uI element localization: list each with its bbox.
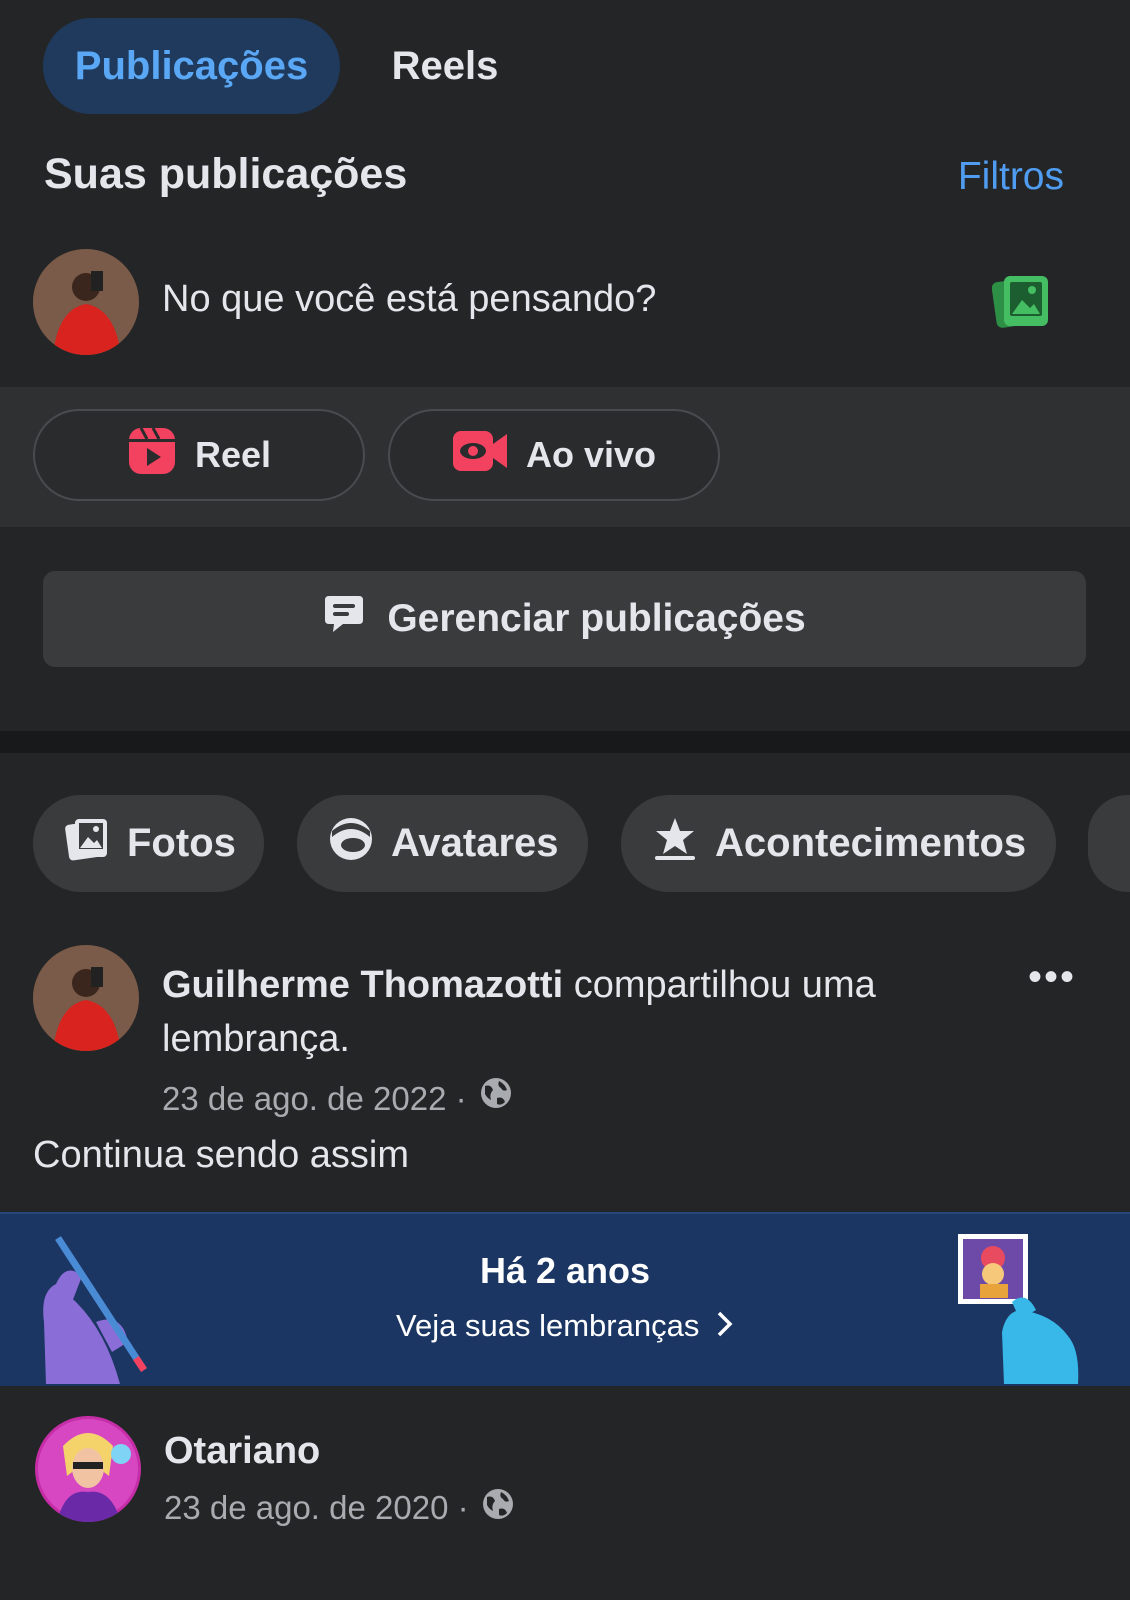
post-meta: 23 de ago. de 2022 · (162, 1072, 1012, 1126)
chip-avatars-label: Avatares (391, 821, 559, 865)
chip-photos-label: Fotos (127, 821, 236, 865)
avatar-face-icon (329, 817, 373, 871)
post-author-avatar[interactable] (33, 945, 139, 1051)
post-date[interactable]: 23 de ago. de 2022 · (162, 1072, 467, 1126)
post2-author-avatar[interactable] (35, 1416, 141, 1522)
photo-icon[interactable] (991, 274, 1050, 330)
filters-link[interactable]: Filtros (958, 155, 1064, 199)
chip-avatars[interactable]: Avatares (297, 795, 588, 892)
user-avatar[interactable] (33, 249, 139, 355)
tab-reels[interactable]: Reels (360, 18, 530, 114)
live-label: Ao vivo (525, 434, 657, 475)
globe-icon (481, 1487, 515, 1529)
post-header: Guilherme Thomazotti compartilhou uma le… (162, 958, 1012, 1126)
memory-title: Há 2 anos (479, 1250, 651, 1291)
live-button[interactable]: Ao vivo (388, 409, 720, 501)
memory-link[interactable]: Veja suas lembranças (0, 1308, 1130, 1346)
post2-date[interactable]: 23 de ago. de 2020 · (164, 1489, 469, 1527)
more-options-icon[interactable]: ••• (1028, 955, 1076, 1000)
post2-author-name[interactable]: Otariano (164, 1430, 320, 1473)
post-text: Continua sendo assim (33, 1134, 409, 1176)
reel-label: Reel (194, 434, 272, 475)
memory-link-label: Veja suas lembranças (396, 1308, 700, 1343)
post-author-name[interactable]: Guilherme Thomazotti (162, 964, 563, 1006)
section-title: Suas publicações (44, 150, 408, 198)
reel-icon (127, 426, 177, 485)
composer-input[interactable]: No que você está pensando? (162, 278, 656, 321)
manage-posts-button[interactable]: Gerenciar publicações (43, 571, 1086, 667)
chip-events[interactable]: Acontecimentos (621, 795, 1056, 892)
section-divider (0, 731, 1130, 753)
chat-bubble-icon (323, 594, 365, 644)
live-video-icon (452, 430, 508, 481)
chip-photos[interactable]: Fotos (33, 795, 264, 892)
chip-events-label: Acontecimentos (715, 821, 1027, 865)
reel-button[interactable]: Reel (33, 409, 365, 501)
star-flag-icon (653, 816, 697, 872)
manage-posts-label: Gerenciar publicações (387, 597, 806, 640)
globe-icon (479, 1072, 513, 1126)
tab-posts[interactable]: Publicações (43, 18, 340, 114)
chip-more-partial[interactable] (1088, 795, 1130, 892)
photos-icon (65, 817, 109, 871)
chevron-right-icon (716, 1310, 734, 1346)
post2-meta: 23 de ago. de 2020 · (164, 1487, 515, 1529)
